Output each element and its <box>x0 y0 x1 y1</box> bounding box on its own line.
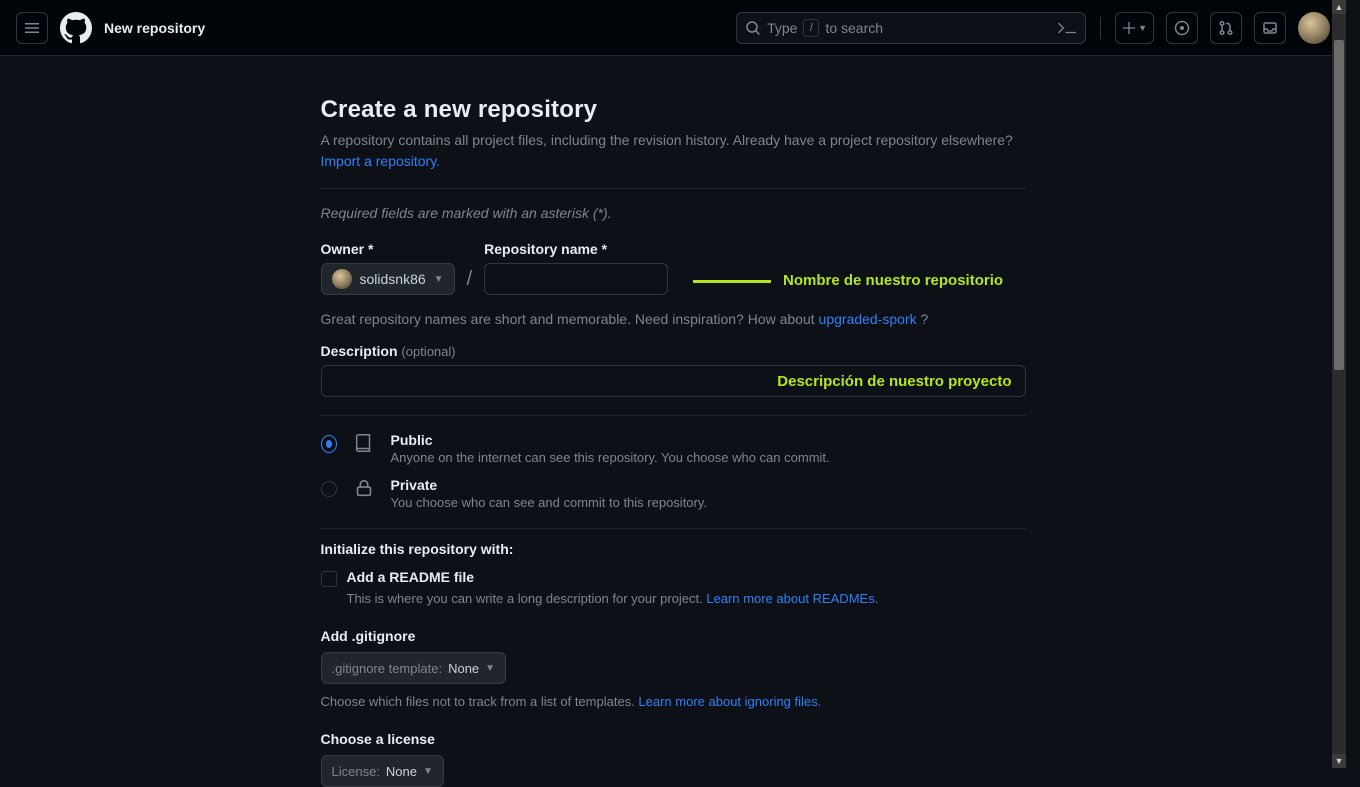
inbox-icon <box>1262 20 1278 36</box>
user-avatar[interactable] <box>1298 12 1330 44</box>
owner-select[interactable]: solidsnk86 ▼ <box>321 263 455 295</box>
plus-icon <box>1122 21 1136 35</box>
public-desc: Anyone on the internet can see this repo… <box>391 450 830 465</box>
caret-down-icon: ▼ <box>1138 23 1147 33</box>
required-fields-note: Required fields are marked with an aster… <box>321 205 1026 221</box>
menu-button[interactable] <box>16 12 48 44</box>
annotation-description: Descripción de nuestro proyecto <box>777 373 1011 390</box>
visibility-private-radio[interactable] <box>321 481 337 497</box>
create-new-button[interactable]: ▼ <box>1115 12 1154 44</box>
repo-name-hint: Great repository names are short and mem… <box>321 311 1026 327</box>
scrollbar-down-arrow[interactable]: ▼ <box>1332 754 1346 768</box>
main-content: Create a new repository A repository con… <box>321 56 1026 787</box>
page-title: New repository <box>104 20 205 36</box>
gitignore-learn-link[interactable]: Learn more about ignoring files. <box>638 694 821 709</box>
issues-button[interactable] <box>1166 12 1198 44</box>
readme-note: This is where you can write a long descr… <box>347 591 1026 606</box>
readme-learn-link[interactable]: Learn more about READMEs. <box>706 591 878 606</box>
private-desc: You choose who can see and commit to thi… <box>391 495 708 510</box>
private-title: Private <box>391 477 708 493</box>
header-divider <box>1100 17 1101 39</box>
pull-requests-button[interactable] <box>1210 12 1242 44</box>
page-scrollbar[interactable]: ▲ ▼ <box>1332 0 1346 768</box>
page-heading: Create a new repository <box>321 96 1026 124</box>
lock-icon <box>353 477 375 499</box>
notifications-button[interactable] <box>1254 12 1286 44</box>
annotation-repo-name: Nombre de nuestro repositorio <box>693 272 1004 289</box>
license-select[interactable]: License: None ▼ <box>321 755 444 787</box>
github-logo[interactable] <box>60 12 92 44</box>
caret-down-icon: ▼ <box>485 663 495 674</box>
issues-dot-icon <box>1174 20 1190 36</box>
global-header: New repository Type / to search ▼ <box>0 0 1346 56</box>
repo-name-label: Repository name * <box>484 241 668 257</box>
page-subtitle: A repository contains all project files,… <box>321 130 1026 172</box>
license-heading: Choose a license <box>321 731 1026 747</box>
repo-public-icon <box>353 432 375 454</box>
caret-down-icon: ▼ <box>423 766 433 777</box>
initialize-heading: Initialize this repository with: <box>321 541 1026 557</box>
slash-key-icon: / <box>803 19 819 37</box>
path-separator: / <box>467 268 473 295</box>
gitignore-heading: Add .gitignore <box>321 628 1026 644</box>
global-search[interactable]: Type / to search <box>736 12 1086 44</box>
caret-down-icon: ▼ <box>434 274 444 285</box>
owner-label: Owner * <box>321 241 455 257</box>
scrollbar-up-arrow[interactable]: ▲ <box>1332 0 1346 14</box>
name-suggestion-link[interactable]: upgraded-spork <box>819 311 917 327</box>
hamburger-icon <box>24 20 40 36</box>
gitignore-select[interactable]: .gitignore template: None ▼ <box>321 652 507 684</box>
import-repo-link[interactable]: Import a repository. <box>321 153 441 169</box>
add-readme-checkbox[interactable] <box>321 571 337 587</box>
add-readme-label: Add a README file <box>347 569 475 585</box>
command-palette-icon <box>1057 20 1077 36</box>
visibility-public-radio[interactable] <box>321 436 337 452</box>
repo-name-input[interactable] <box>484 263 668 295</box>
owner-avatar-icon <box>332 269 352 289</box>
description-label: Description (optional) <box>321 343 1026 359</box>
gitignore-note: Choose which files not to track from a l… <box>321 694 1026 709</box>
scrollbar-thumb[interactable] <box>1334 40 1344 370</box>
search-icon <box>745 20 761 36</box>
search-placeholder: Type / to search <box>767 19 883 37</box>
public-title: Public <box>391 432 830 448</box>
owner-value: solidsnk86 <box>360 271 426 287</box>
pull-request-icon <box>1218 20 1234 36</box>
